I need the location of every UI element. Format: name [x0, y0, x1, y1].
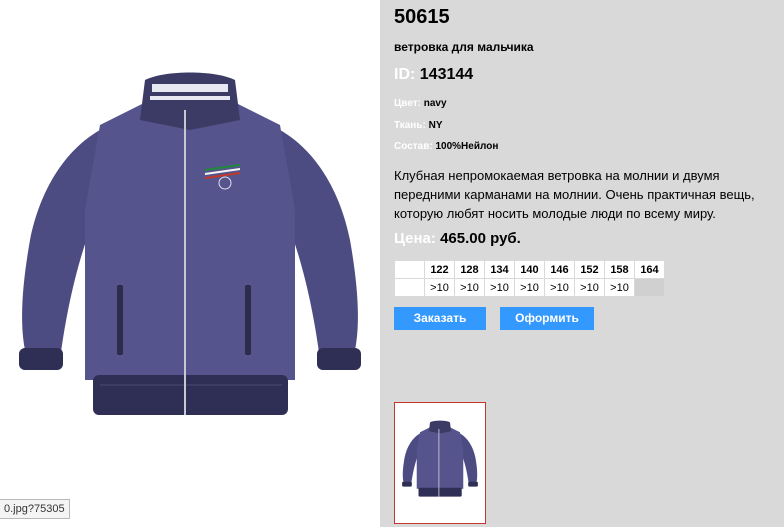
size-header: 128 [454, 260, 485, 279]
price-value: 465.00 руб. [440, 230, 521, 247]
size-qty-cell[interactable]: >10 [454, 278, 485, 297]
size-qty-row: >10 >10 >10 >10 >10 >10 >10 [394, 278, 665, 297]
size-header: 146 [544, 260, 575, 279]
product-id-value: 143144 [419, 66, 474, 83]
size-qty-cell[interactable]: >10 [484, 278, 515, 297]
prop-composition-label: Состав: [394, 141, 433, 152]
product-subtitle: ветровка для мальчика [394, 40, 534, 54]
prop-composition: Состав: 100%Нейлон [394, 141, 498, 152]
product-price: Цена: 465.00 руб. [394, 230, 521, 247]
size-corner-cell [394, 260, 425, 279]
size-header: 158 [604, 260, 635, 279]
size-header-row: 122 128 134 140 146 152 158 164 [394, 260, 665, 279]
size-qty-cell[interactable]: >10 [424, 278, 455, 297]
product-id: ID: 143144 [394, 66, 473, 84]
size-header: 164 [634, 260, 665, 279]
thumbnail-item[interactable] [394, 402, 486, 524]
jacket-image [19, 72, 361, 415]
prop-fabric-label: Ткань: [394, 120, 426, 131]
status-bar-url: 0.jpg?75305 [0, 499, 70, 519]
size-header: 140 [514, 260, 545, 279]
product-image-pane: 0.jpg?75305 [0, 0, 380, 527]
jacket-thumbnail[interactable] [399, 415, 481, 505]
order-button[interactable]: Заказать [394, 307, 486, 330]
size-header: 152 [574, 260, 605, 279]
size-qty-cell [634, 278, 665, 297]
prop-composition-value: 100%Нейлон [435, 141, 499, 152]
size-qty-cell[interactable]: >10 [514, 278, 545, 297]
size-qty-cell[interactable]: >10 [574, 278, 605, 297]
product-id-label: ID: [394, 66, 416, 83]
prop-color-value: navy [423, 98, 447, 109]
qty-corner-cell [394, 278, 425, 297]
price-label: Цена: [394, 230, 436, 247]
product-description: Клубная непромокаемая ветровка на молнии… [394, 168, 755, 221]
size-table: 122 128 134 140 146 152 158 164 >10 >10 … [394, 260, 665, 297]
product-article: 50615 [394, 6, 450, 28]
prop-color-label: Цвет: [394, 98, 421, 109]
product-info-pane: 50615 ветровка для мальчика ID: 143144 Ц… [380, 0, 784, 527]
size-qty-cell[interactable]: >10 [544, 278, 575, 297]
prop-fabric-value: NY [428, 120, 443, 131]
size-header: 122 [424, 260, 455, 279]
size-qty-cell[interactable]: >10 [604, 278, 635, 297]
prop-fabric: Ткань: NY [394, 120, 443, 131]
checkout-button[interactable]: Оформить [500, 307, 594, 330]
size-header: 134 [484, 260, 515, 279]
prop-color: Цвет: navy [394, 98, 447, 109]
